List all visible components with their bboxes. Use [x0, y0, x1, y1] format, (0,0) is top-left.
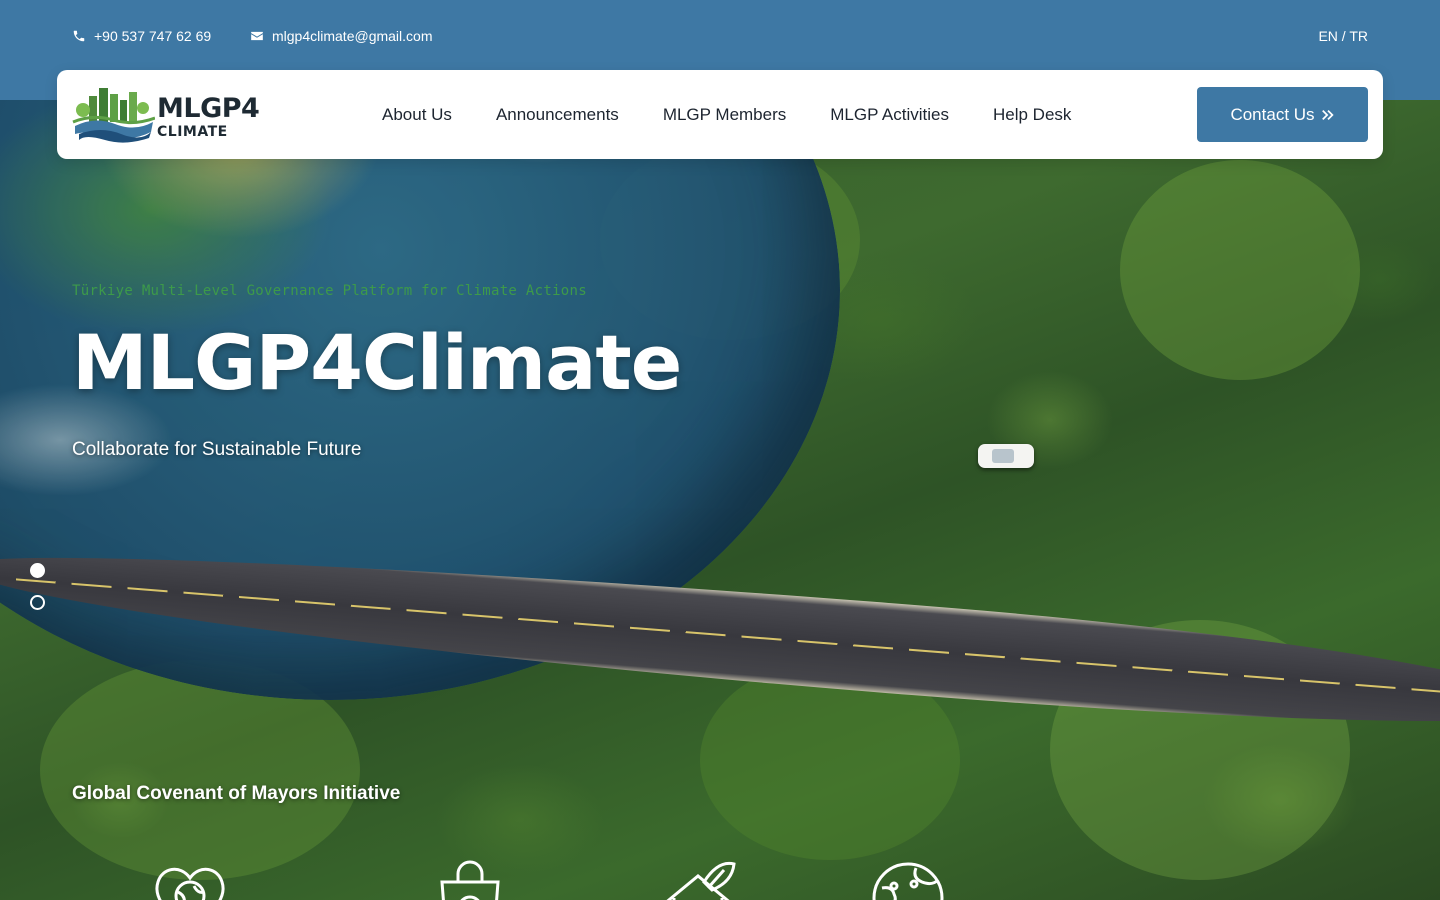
double-chevron-right-icon: [1321, 109, 1334, 120]
nav-item-mlgp-activities[interactable]: MLGP Activities: [830, 105, 949, 125]
slider-dot-2[interactable]: [30, 595, 45, 610]
logo-title: MLGP4: [157, 93, 260, 124]
envelope-icon: [251, 31, 263, 41]
contact-us-button[interactable]: Contact Us: [1197, 87, 1368, 142]
slider-dot-1[interactable]: [30, 563, 45, 578]
car-image: [978, 444, 1034, 468]
email-contact[interactable]: mlgp4climate@gmail.com: [250, 28, 432, 44]
contact-us-label: Contact Us: [1230, 104, 1315, 124]
language-switcher[interactable]: EN / TR: [1318, 28, 1368, 44]
brand-logo[interactable]: MLGP4 CLIMATE: [71, 82, 261, 146]
hero-background: [0, 100, 1440, 900]
hero-tagline: Collaborate for Sustainable Future: [72, 439, 362, 460]
nav-item-about-us[interactable]: About Us: [382, 105, 452, 125]
phone-number[interactable]: +90 537 747 62 69: [94, 28, 211, 44]
hero-eyebrow: Türkiye Multi-Level Governance Platform …: [72, 283, 587, 299]
globe-icon: [868, 858, 948, 900]
heart-globe-icon: [150, 858, 230, 900]
hero-title: MLGP4Climate: [72, 318, 682, 407]
email-address[interactable]: mlgp4climate@gmail.com: [272, 28, 432, 44]
logo-graphic: [72, 88, 155, 143]
phone-contact[interactable]: +90 537 747 62 69: [72, 28, 211, 44]
nav-item-mlgp-members[interactable]: MLGP Members: [663, 105, 786, 125]
phone-icon: [73, 30, 85, 42]
shopping-bag-icon: [430, 858, 510, 900]
nav-links: About Us Announcements MLGP Members MLGP…: [382, 70, 1071, 159]
nav-item-help-desk[interactable]: Help Desk: [993, 105, 1071, 125]
nav-item-announcements[interactable]: Announcements: [496, 105, 619, 125]
main-navigation: MLGP4 CLIMATE About Us Announcements MLG…: [57, 70, 1383, 159]
logo-subtitle: CLIMATE: [157, 124, 228, 140]
house-leaf-icon: [658, 858, 738, 900]
initiative-title: Global Covenant of Mayors Initiative: [72, 783, 401, 804]
